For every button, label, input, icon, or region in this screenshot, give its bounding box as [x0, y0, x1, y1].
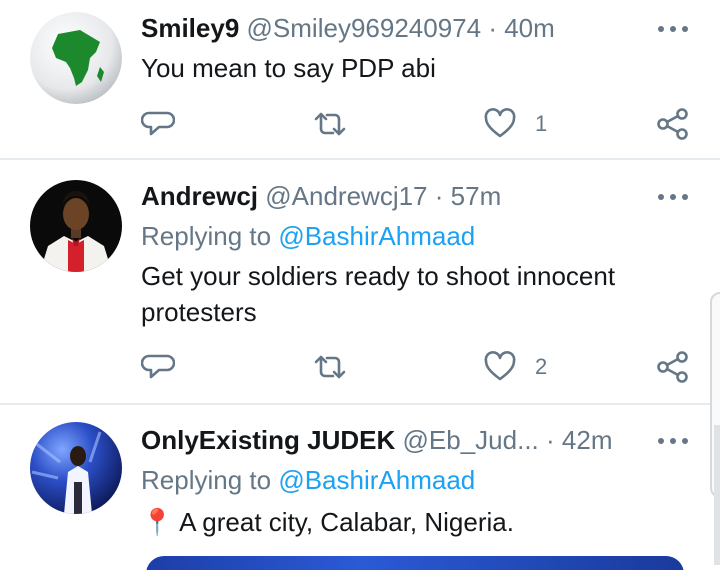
reply-icon: [141, 354, 175, 379]
reply-icon: [141, 111, 175, 136]
mention-link[interactable]: @BashirAhmaad: [278, 465, 475, 495]
man-in-white-suit-avatar-icon: [30, 180, 122, 272]
tweet[interactable]: Smiley9 @Smiley969240974 · 40m You mean …: [0, 0, 720, 160]
replying-to: Replying to @BashirAhmaad: [141, 218, 475, 254]
more-icon[interactable]: [658, 436, 688, 446]
tweet-header: OnlyExisting JUDEK @Eb_Jud... · 42m: [141, 422, 650, 458]
tweet-text: Get your soldiers ready to shoot innocen…: [141, 261, 616, 327]
avatar[interactable]: [30, 180, 122, 272]
tweet-header: Smiley9 @Smiley969240974 · 40m: [141, 10, 650, 46]
tweet-header: Andrewcj @Andrewcj17 · 57m: [141, 178, 650, 214]
avatar[interactable]: [30, 12, 122, 104]
tweet-media-image[interactable]: [146, 556, 684, 570]
display-name[interactable]: Smiley9: [141, 13, 239, 43]
like-icon: [484, 108, 516, 138]
scrollbar[interactable]: [714, 425, 720, 565]
avatar[interactable]: [30, 422, 122, 514]
replying-to: Replying to @BashirAhmaad: [141, 462, 475, 498]
display-name[interactable]: Andrewcj: [141, 181, 258, 211]
replying-label: Replying to: [141, 465, 272, 495]
tweet-text-content: A great city, Calabar, Nigeria.: [179, 507, 514, 537]
user-handle[interactable]: @Andrewcj17: [265, 181, 427, 211]
tweet-text: 📍 A great city, Calabar, Nigeria.: [141, 504, 681, 540]
mention-link[interactable]: @BashirAhmaad: [278, 221, 475, 251]
tweet[interactable]: Andrewcj @Andrewcj17 · 57m Replying to @…: [0, 160, 720, 404]
like-button[interactable]: 2: [483, 350, 563, 386]
tweet[interactable]: OnlyExisting JUDEK @Eb_Jud... · 42m Repl…: [0, 404, 720, 570]
separator-dot: ·: [488, 13, 497, 43]
timestamp[interactable]: 40m: [504, 13, 555, 43]
share-icon: [657, 108, 688, 140]
replying-label: Replying to: [141, 221, 272, 251]
separator-dot: ·: [434, 181, 444, 211]
user-handle[interactable]: @Smiley969240974: [247, 13, 482, 43]
more-icon[interactable]: [658, 192, 688, 202]
retweet-icon: [314, 112, 346, 136]
timestamp[interactable]: 57m: [451, 181, 502, 211]
retweet-icon: [314, 355, 346, 379]
tweet-text: You mean to say PDP abi: [141, 53, 436, 83]
like-count: 1: [535, 111, 548, 136]
person-blue-light-avatar-icon: [30, 422, 122, 514]
display-name[interactable]: OnlyExisting JUDEK: [141, 425, 395, 455]
globe-africa-avatar-icon: [30, 12, 122, 104]
like-icon: [484, 351, 516, 381]
separator-dot: ·: [546, 425, 555, 455]
more-icon[interactable]: [658, 24, 688, 34]
like-count: 2: [535, 354, 548, 379]
location-pin-icon: 📍: [141, 507, 174, 537]
timestamp[interactable]: 42m: [562, 425, 613, 455]
like-button[interactable]: 1: [483, 107, 563, 143]
share-icon: [657, 351, 688, 383]
user-handle[interactable]: @Eb_Jud...: [403, 425, 539, 455]
